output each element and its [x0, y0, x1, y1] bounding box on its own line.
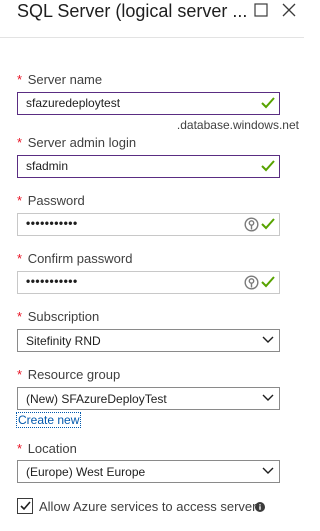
- allow-azure-services-row: Allow Azure services to access server: [17, 497, 297, 517]
- server-name-label: * Server name: [17, 72, 103, 87]
- create-new-link[interactable]: Create new: [16, 412, 82, 428]
- chevron-down-icon: [262, 467, 274, 474]
- sql-server-blade: SQL Server (logical server ... * Server …: [0, 0, 304, 531]
- required-marker: *: [17, 309, 23, 324]
- blade-header: SQL Server (logical server ...: [0, 0, 304, 36]
- password-label: * Password: [17, 193, 85, 208]
- valid-check-icon: [261, 97, 275, 109]
- required-marker: *: [17, 441, 23, 456]
- required-marker: *: [17, 193, 23, 208]
- confirm-password-label: * Confirm password: [17, 251, 133, 266]
- password-reveal-icon[interactable]: [244, 275, 259, 290]
- password-reveal-icon[interactable]: [244, 217, 259, 232]
- confirm-password-field: * Confirm password •••••••••••: [17, 251, 280, 294]
- valid-check-icon: [261, 218, 275, 230]
- server-name-suffix: .database.windows.net: [176, 118, 299, 132]
- maximize-icon[interactable]: [254, 3, 268, 17]
- admin-login-input[interactable]: sfadmin: [17, 155, 280, 178]
- server-name-input[interactable]: sfazuredeploytest: [17, 92, 280, 115]
- allow-azure-services-label: Allow Azure services to access server: [39, 499, 257, 514]
- required-marker: *: [17, 72, 23, 87]
- resource-group-label: * Resource group: [17, 367, 121, 382]
- chevron-down-icon: [262, 336, 274, 343]
- blade-title: SQL Server (logical server ...: [17, 1, 248, 21]
- chevron-down-icon: [262, 394, 274, 401]
- admin-login-field: * Server admin login sfadmin: [17, 135, 280, 178]
- server-name-field: * Server name sfazuredeploytest .databas…: [17, 72, 299, 132]
- close-icon[interactable]: [282, 3, 296, 17]
- location-label: * Location: [17, 441, 77, 456]
- allow-azure-services-checkbox[interactable]: [17, 498, 33, 514]
- password-input[interactable]: •••••••••••: [17, 213, 280, 236]
- password-field: * Password •••••••••••: [17, 193, 280, 236]
- location-dropdown[interactable]: (Europe) West Europe: [17, 460, 280, 483]
- checkmark-icon: [20, 501, 31, 511]
- required-marker: *: [17, 251, 23, 266]
- location-field: * Location (Europe) West Europe: [17, 441, 280, 483]
- resource-group-field: * Resource group (New) SFAzureDeployTest…: [16, 367, 280, 428]
- confirm-password-input[interactable]: •••••••••••: [17, 271, 280, 294]
- subscription-field: * Subscription Sitefinity RND: [17, 309, 280, 352]
- info-icon[interactable]: [255, 502, 265, 512]
- admin-login-label: * Server admin login: [17, 135, 137, 150]
- resource-group-dropdown[interactable]: (New) SFAzureDeployTest: [17, 387, 280, 410]
- subscription-dropdown[interactable]: Sitefinity RND: [17, 329, 280, 352]
- required-marker: *: [17, 367, 23, 382]
- subscription-label: * Subscription: [17, 309, 100, 324]
- valid-check-icon: [261, 276, 275, 288]
- required-marker: *: [17, 135, 23, 150]
- valid-check-icon: [261, 160, 275, 172]
- header-divider: [0, 37, 304, 38]
